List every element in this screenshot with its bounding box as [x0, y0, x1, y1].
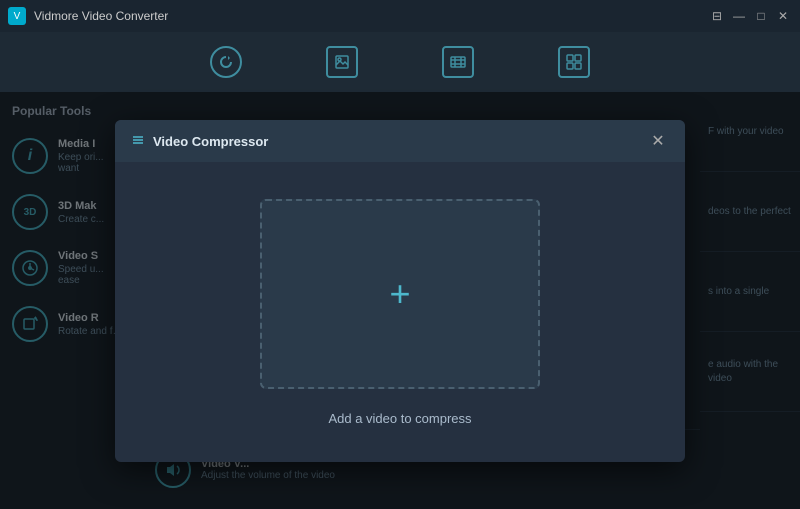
- minimize-btn[interactable]: —: [730, 7, 748, 25]
- close-btn[interactable]: ✕: [774, 7, 792, 25]
- title-bar-left: V Vidmore Video Converter: [8, 7, 168, 25]
- toolbar-movie[interactable]: [430, 40, 486, 84]
- modal-title-row: Video Compressor: [131, 133, 268, 150]
- toolbar-tools[interactable]: [546, 40, 602, 84]
- convert-icon: [210, 46, 242, 78]
- toolbar-image[interactable]: [314, 40, 370, 84]
- image-icon: [326, 46, 358, 78]
- toolbar-convert[interactable]: [198, 40, 254, 84]
- title-bar-controls: ⊟ — □ ✕: [708, 7, 792, 25]
- app-icon: V: [8, 7, 26, 25]
- main-toolbar: [0, 32, 800, 92]
- modal-body: + Add a video to compress: [115, 162, 685, 462]
- video-compressor-modal: Video Compressor ✕ + Add a video to comp…: [115, 120, 685, 462]
- drop-zone-label: Add a video to compress: [328, 411, 471, 426]
- modal-overlay: Video Compressor ✕ + Add a video to comp…: [0, 92, 800, 509]
- movie-icon: [442, 46, 474, 78]
- modal-header: Video Compressor ✕: [115, 120, 685, 162]
- title-bar: V Vidmore Video Converter ⊟ — □ ✕: [0, 0, 800, 32]
- content-area: Popular Tools i Media I Keep ori...want …: [0, 92, 800, 509]
- custom-btn[interactable]: ⊟: [708, 7, 726, 25]
- app-title: Vidmore Video Converter: [34, 9, 168, 23]
- drop-zone[interactable]: +: [260, 199, 540, 389]
- modal-close-button[interactable]: ✕: [647, 130, 669, 152]
- drop-zone-plus: +: [389, 276, 410, 312]
- tools-icon: [558, 46, 590, 78]
- maximize-btn[interactable]: □: [752, 7, 770, 25]
- modal-header-icon: [131, 133, 145, 150]
- modal-title: Video Compressor: [153, 134, 268, 149]
